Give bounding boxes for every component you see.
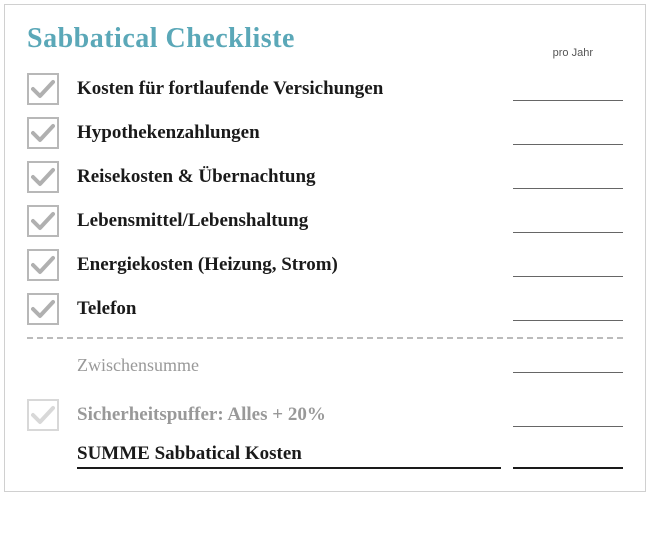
checklist-item: Reisekosten & Übernachtung <box>27 161 623 193</box>
checkmark-icon <box>31 299 55 319</box>
checklist-item: Energiekosten (Heizung, Strom) <box>27 249 623 281</box>
checkbox[interactable] <box>27 399 59 431</box>
item-label: Lebensmittel/Lebenshaltung <box>77 210 501 232</box>
page-title: Sabbatical Checkliste <box>27 23 553 55</box>
checkmark-icon <box>31 123 55 143</box>
item-label: Reisekosten & Übernachtung <box>77 166 501 188</box>
checklist-item: Lebensmittel/Lebenshaltung <box>27 205 623 237</box>
item-label: Energiekosten (Heizung, Strom) <box>77 254 501 276</box>
checkmark-icon <box>31 255 55 275</box>
checkmark-icon <box>31 405 55 425</box>
divider <box>27 337 623 339</box>
total-label: SUMME Sabbatical Kosten <box>77 443 501 469</box>
total-row: SUMME Sabbatical Kosten <box>27 443 623 469</box>
subtotal-row: Zwischensumme <box>27 353 623 377</box>
header-row: Sabbatical Checkliste pro Jahr <box>27 23 623 59</box>
checklist-item: Hypothekenzahlungen <box>27 117 623 149</box>
checkbox[interactable] <box>27 73 59 105</box>
checkbox[interactable] <box>27 293 59 325</box>
checkmark-icon <box>31 79 55 99</box>
checkmark-icon <box>31 167 55 187</box>
checkbox[interactable] <box>27 205 59 237</box>
buffer-item: Sicherheitspuffer: Alles + 20% <box>27 399 623 431</box>
checkmark-icon <box>31 211 55 231</box>
buffer-label: Sicherheitspuffer: Alles + 20% <box>77 404 501 426</box>
checklist-container: Sabbatical Checkliste pro Jahr Kosten fü… <box>4 4 646 492</box>
amount-input-line[interactable] <box>513 407 623 427</box>
amount-input-line[interactable] <box>513 81 623 101</box>
checklist-item: Telefon <box>27 293 623 325</box>
amount-input-line[interactable] <box>513 301 623 321</box>
amount-input-line[interactable] <box>513 169 623 189</box>
item-label: Telefon <box>77 298 501 320</box>
total-amount-line[interactable] <box>513 447 623 469</box>
amount-input-line[interactable] <box>513 213 623 233</box>
checkbox[interactable] <box>27 117 59 149</box>
checklist-item: Kosten für fortlaufende Versichungen <box>27 73 623 105</box>
amount-input-line[interactable] <box>513 125 623 145</box>
amount-input-line[interactable] <box>513 353 623 373</box>
checkbox[interactable] <box>27 249 59 281</box>
amount-input-line[interactable] <box>513 257 623 277</box>
item-label: Hypothekenzahlungen <box>77 122 501 144</box>
item-label: Kosten für fortlaufende Versichungen <box>77 78 501 100</box>
subtotal-label: Zwischensumme <box>77 355 501 376</box>
per-year-label: pro Jahr <box>553 47 593 59</box>
checkbox[interactable] <box>27 161 59 193</box>
